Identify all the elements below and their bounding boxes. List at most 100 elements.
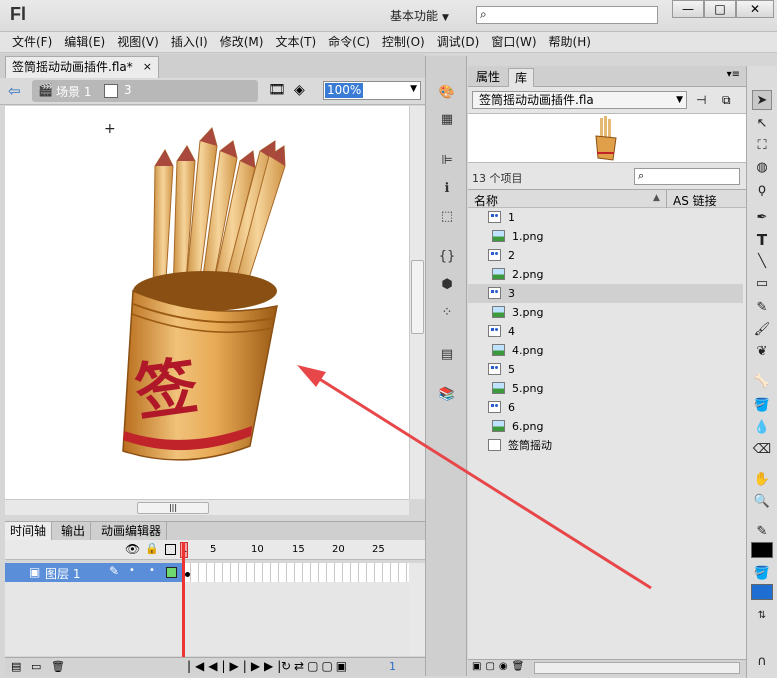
- pen-tool-icon[interactable]: ✒: [752, 208, 772, 228]
- library-item[interactable]: 2.png: [468, 265, 743, 284]
- pin-icon[interactable]: ⊣: [696, 93, 706, 107]
- pencil-tool-icon[interactable]: ✎: [752, 298, 772, 318]
- breadcrumb-symbol[interactable]: 3: [124, 83, 132, 97]
- motion-presets-icon[interactable]: ⁘: [438, 304, 456, 322]
- library-item[interactable]: 2: [468, 246, 743, 265]
- new-layer-icon[interactable]: ▤: [11, 660, 21, 673]
- library-item[interactable]: 5.png: [468, 379, 743, 398]
- menu-control[interactable]: 控制(O): [376, 32, 431, 52]
- panel-menu-icon[interactable]: ▾≡: [727, 69, 740, 80]
- menu-modify[interactable]: 修改(M): [214, 32, 270, 52]
- playback-controls[interactable]: |◀◀|▶|▶▶|: [187, 659, 285, 673]
- info-icon[interactable]: ℹ: [438, 180, 456, 198]
- column-as-linkage[interactable]: AS 链接: [673, 192, 717, 209]
- edit-scene-icon[interactable]: 🎞: [268, 82, 286, 98]
- close-window-button[interactable]: ✕: [736, 0, 774, 18]
- help-search-input[interactable]: ⌕: [476, 6, 658, 24]
- library-file-select[interactable]: 签筒摇动动画插件.fla ▼: [472, 91, 687, 109]
- subselection-tool-icon[interactable]: ↖: [752, 114, 772, 134]
- layer-name[interactable]: 图层 1: [45, 565, 80, 582]
- lock-dot[interactable]: •: [149, 565, 155, 576]
- minimize-button[interactable]: —: [672, 0, 704, 18]
- bone-tool-icon[interactable]: 🦴: [752, 372, 772, 392]
- scroll-thumb[interactable]: |||: [137, 502, 209, 514]
- stage-vertical-scrollbar[interactable]: [409, 106, 425, 499]
- line-tool-icon[interactable]: ╲: [752, 252, 772, 272]
- close-tab-icon[interactable]: ×: [143, 57, 152, 77]
- new-folder-icon[interactable]: ▭: [31, 660, 41, 673]
- document-tab[interactable]: 签筒摇动动画插件.fla* ×: [5, 56, 159, 78]
- snap-magnet-icon[interactable]: ∩: [752, 652, 772, 672]
- maximize-button[interactable]: □: [704, 0, 736, 18]
- layer-color-swatch[interactable]: [166, 567, 177, 578]
- swatches-icon[interactable]: ▦: [438, 111, 456, 129]
- eye-icon[interactable]: 👁: [125, 542, 140, 556]
- library-item[interactable]: 3: [468, 284, 743, 303]
- paint-bucket-icon[interactable]: 🪣: [752, 396, 772, 416]
- text-tool-icon[interactable]: T: [752, 230, 772, 250]
- zoom-select[interactable]: 100% ▼: [323, 81, 421, 100]
- transform-icon[interactable]: ⬚: [438, 208, 456, 226]
- layer-row[interactable]: ▣ 图层 1 ✎ • •: [5, 563, 183, 582]
- scroll-thumb[interactable]: [411, 260, 424, 334]
- menu-window[interactable]: 窗口(W): [485, 32, 542, 52]
- library-item[interactable]: 1: [468, 208, 743, 227]
- deco-tool-icon[interactable]: ❦: [752, 342, 772, 362]
- library-item[interactable]: 6: [468, 398, 743, 417]
- menu-debug[interactable]: 调试(D): [431, 32, 486, 52]
- library-item[interactable]: 4: [468, 322, 743, 341]
- tab-library[interactable]: 库: [508, 68, 535, 87]
- workspace-switcher[interactable]: 基本功能 ▼: [384, 5, 460, 27]
- tab-properties[interactable]: 属性: [470, 68, 506, 87]
- zoom-tool-icon[interactable]: 🔍: [752, 492, 772, 512]
- column-name[interactable]: 名称: [474, 192, 498, 209]
- menu-view[interactable]: 视图(V): [111, 32, 165, 52]
- library-books-icon[interactable]: 📚: [438, 386, 456, 404]
- eyedropper-icon[interactable]: 💧: [752, 418, 772, 438]
- lock-icon[interactable]: 🔒: [145, 542, 159, 555]
- frame-cells[interactable]: [183, 563, 409, 582]
- library-horizontal-scrollbar[interactable]: [534, 662, 740, 674]
- library-item[interactable]: 6.png: [468, 417, 743, 436]
- tab-output[interactable]: 输出: [56, 522, 92, 541]
- stroke-color-icon[interactable]: ✎: [752, 522, 772, 542]
- rectangle-tool-icon[interactable]: ▭: [752, 274, 772, 294]
- keyframe-dot[interactable]: [185, 572, 190, 577]
- library-item[interactable]: 签筒摇动: [468, 436, 743, 455]
- stage-canvas[interactable]: + 签: [5, 106, 409, 499]
- scene-panel-icon[interactable]: ▤: [438, 346, 456, 364]
- back-arrow-icon[interactable]: ⇦: [8, 82, 21, 100]
- fill-color-swatch[interactable]: [751, 584, 773, 600]
- breadcrumb-scene[interactable]: 场景 1: [56, 83, 91, 100]
- menu-file[interactable]: 文件(F): [6, 32, 58, 52]
- menu-commands[interactable]: 命令(C): [322, 32, 376, 52]
- hand-tool-icon[interactable]: ✋: [752, 470, 772, 490]
- tab-timeline[interactable]: 时间轴: [5, 522, 53, 541]
- brush-tool-icon[interactable]: 🖌: [752, 320, 772, 340]
- menu-text[interactable]: 文本(T): [269, 32, 322, 52]
- tab-motion-editor[interactable]: 动画编辑器: [96, 522, 168, 541]
- selection-tool-icon[interactable]: ➤: [752, 90, 772, 110]
- new-library-panel-icon[interactable]: ⧉: [722, 93, 731, 108]
- library-item[interactable]: 3.png: [468, 303, 743, 322]
- playhead[interactable]: [182, 542, 185, 657]
- outline-icon[interactable]: [165, 544, 176, 555]
- visibility-dot[interactable]: •: [129, 565, 135, 576]
- library-footer-tools[interactable]: ▣▢◉🗑: [472, 661, 528, 672]
- eraser-icon[interactable]: ⌫: [752, 440, 772, 460]
- stage-horizontal-scrollbar[interactable]: |||: [5, 499, 409, 515]
- menu-edit[interactable]: 编辑(E): [58, 32, 111, 52]
- swap-colors-icon[interactable]: ⇅: [752, 606, 772, 626]
- align-icon[interactable]: ⊫: [438, 152, 456, 170]
- delete-layer-icon[interactable]: 🗑: [51, 660, 65, 673]
- library-item[interactable]: 1.png: [468, 227, 743, 246]
- code-snippets-icon[interactable]: {}: [438, 248, 456, 266]
- onion-skin-controls[interactable]: ↻⇄▢▢▣: [281, 659, 350, 673]
- library-item[interactable]: 4.png: [468, 341, 743, 360]
- library-item[interactable]: 5: [468, 360, 743, 379]
- components-icon[interactable]: ⬢: [438, 276, 456, 294]
- stroke-color-swatch[interactable]: [751, 542, 773, 558]
- menu-help[interactable]: 帮助(H): [543, 32, 597, 52]
- library-search-input[interactable]: ⌕: [634, 168, 740, 185]
- fill-color-icon[interactable]: 🪣: [752, 564, 772, 584]
